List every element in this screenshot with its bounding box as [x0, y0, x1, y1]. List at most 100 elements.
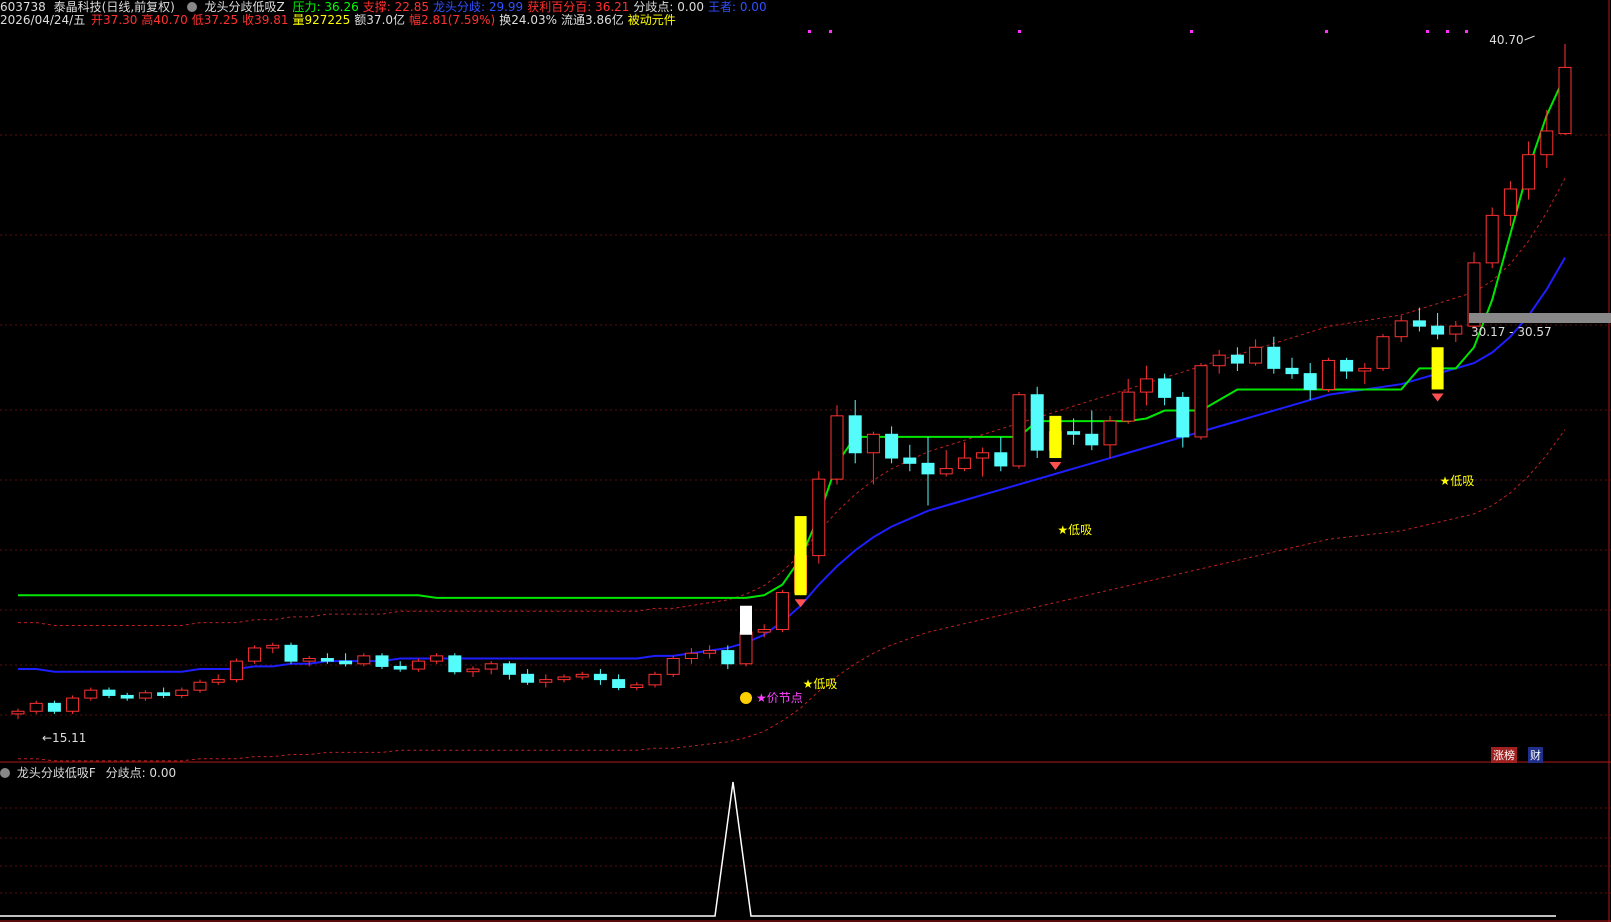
marker-dot-0 [808, 30, 811, 33]
marker-dot-4 [1325, 30, 1328, 33]
candle-body-18 [339, 660, 353, 665]
candle-body-1 [29, 702, 43, 712]
candle-body-82 [1503, 188, 1517, 216]
marker-dot-7 [1465, 30, 1468, 33]
candle-body-68 [1249, 346, 1263, 364]
marker-dot-2 [1018, 30, 1021, 33]
candle-body-31 [575, 673, 589, 678]
candle-body-73 [1340, 359, 1354, 372]
candle-body-8 [157, 692, 171, 696]
candle-body-48 [885, 433, 899, 459]
candle-body-44 [812, 478, 826, 557]
signal-marker-0 [794, 599, 807, 608]
signal-marker-1 [1049, 462, 1062, 471]
candle-body-23 [430, 655, 444, 662]
candle-body-62 [1139, 378, 1153, 393]
candle-body-41 [757, 628, 771, 633]
candle-body-33 [612, 679, 626, 689]
candle-body-4 [84, 689, 98, 699]
candle-body-10 [193, 681, 207, 691]
candle-body-47 [866, 433, 880, 454]
candle-body-61 [1121, 391, 1135, 422]
candle-body-11 [211, 679, 225, 683]
sub-indicator-settings-icon[interactable] [0, 768, 10, 778]
signal-bar-0 [794, 516, 807, 596]
signal-label-2: ★低吸 [1440, 474, 1475, 488]
candle-body-51 [939, 468, 953, 475]
marker-dot-3 [1190, 30, 1193, 33]
candle-body-32 [593, 673, 607, 681]
candle-body-66 [1212, 354, 1226, 367]
candle-body-67 [1230, 354, 1244, 364]
sub-indicator-value: 分歧点: 0.00 [105, 766, 177, 780]
candle-body-14 [266, 644, 280, 649]
candle-body-12 [229, 660, 243, 681]
candle-body-16 [302, 658, 316, 662]
candle-body-9 [175, 689, 189, 696]
price-node-label: ★价节点 [756, 691, 803, 705]
candle-body-81 [1485, 214, 1499, 264]
candle-body-76 [1394, 320, 1408, 338]
candle-body-58 [1067, 431, 1081, 435]
high-price-arrow [1524, 35, 1535, 41]
candle-body-64 [1176, 396, 1190, 438]
marker-dot-6 [1446, 30, 1449, 33]
marker-dot-1 [829, 30, 832, 33]
candle-body-2 [47, 702, 61, 712]
candle-body-77 [1412, 320, 1426, 327]
candle-body-56 [1030, 394, 1044, 451]
candle-body-26 [484, 663, 498, 670]
candle-body-19 [357, 655, 371, 665]
candle-body-17 [320, 658, 334, 662]
candle-body-24 [448, 655, 462, 673]
candle-body-45 [830, 415, 844, 480]
candle-body-30 [557, 676, 571, 681]
candle-body-85 [1558, 66, 1572, 135]
candle-body-49 [903, 457, 917, 464]
candle-body-65 [1194, 365, 1208, 438]
candle-body-29 [539, 679, 553, 683]
candle-body-37 [684, 652, 698, 660]
finance-badge[interactable]: 财 [1528, 747, 1543, 763]
candle-body-71 [1303, 373, 1317, 390]
candle-body-63 [1158, 378, 1172, 398]
candle-body-27 [502, 663, 516, 675]
candle-body-59 [1085, 433, 1099, 446]
candle-body-70 [1285, 367, 1299, 375]
divergence-spike-line [0, 781, 1556, 917]
candle-body-42 [775, 592, 789, 630]
smiley-icon [740, 692, 752, 704]
low-price-label: ←15.11 [42, 731, 86, 745]
sub-indicator-name[interactable]: 龙头分歧低吸F [17, 766, 96, 780]
candle-body-75 [1376, 336, 1390, 369]
candle-body-25 [466, 668, 480, 673]
candle-body-0 [11, 710, 25, 715]
candle-body-5 [102, 689, 116, 696]
candle-body-7 [138, 692, 152, 699]
signal-bar-1 [1049, 415, 1062, 459]
candle-body-69 [1267, 346, 1281, 369]
candle-body-74 [1358, 367, 1372, 372]
candle-body-40 [739, 631, 753, 665]
candle-body-39 [721, 650, 735, 665]
candlestick-chart[interactable]: 40.70←15.1130.17 - 30.57★低吸★低吸★低吸★价节点 [0, 0, 1611, 922]
signal-marker-2 [1431, 393, 1444, 402]
candle-body-20 [375, 655, 389, 667]
candle-body-21 [393, 665, 407, 670]
candle-body-34 [630, 684, 644, 689]
signal-bar-2 [1431, 347, 1444, 390]
rank-badge[interactable]: 涨榜 [1491, 747, 1517, 763]
candle-body-36 [666, 658, 680, 675]
candle-body-84 [1540, 130, 1554, 156]
candle-body-79 [1449, 325, 1463, 335]
upper-band-line [18, 177, 1566, 626]
candle-body-38 [703, 650, 717, 654]
candle-body-22 [411, 660, 425, 670]
candle-body-3 [66, 697, 80, 712]
candle-body-78 [1431, 325, 1445, 335]
green-trend-line [18, 75, 1566, 599]
high-price-label: 40.70 [1489, 33, 1523, 47]
candle-body-15 [284, 644, 298, 662]
marker-dot-5 [1426, 30, 1429, 33]
candle-body-60 [1103, 420, 1117, 446]
